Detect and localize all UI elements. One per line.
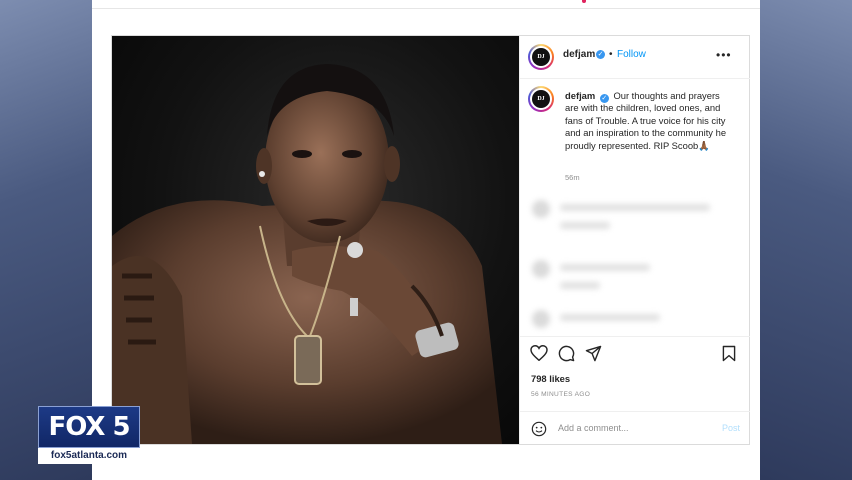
caption-verified-badge-icon: ✓ (599, 94, 609, 103)
portrait-illustration (112, 64, 502, 444)
bookmark-icon[interactable] (722, 345, 736, 367)
notification-dot (582, 0, 586, 3)
post-timestamp: 56 MINUTES AGO (531, 391, 591, 398)
caption-time: 56m (565, 173, 580, 182)
emoji-icon[interactable] (531, 421, 547, 442)
post-side-panel: DJ defjam ✓ • Follow ••• DJ defjam ✓ Our… (519, 36, 750, 444)
fox5-logo-bug: FOX 5 fox5atlanta.com (38, 406, 140, 464)
blurred-comments (520, 186, 750, 336)
likes-count[interactable]: 798 likes (531, 373, 570, 384)
post-header: DJ defjam ✓ • Follow ••• (520, 36, 750, 79)
fox5-logo-box: FOX 5 (38, 406, 140, 448)
header-separator: • (609, 49, 613, 60)
instagram-page: DJ defjam ✓ • Follow ••• DJ defjam ✓ Our… (92, 0, 760, 480)
page-top-divider (92, 8, 760, 9)
post-comment-button[interactable]: Post (722, 423, 740, 433)
follow-button[interactable]: Follow (617, 49, 646, 60)
fox5-url: fox5atlanta.com (38, 448, 140, 464)
post-caption: defjam ✓ Our thoughts and prayers are wi… (565, 90, 730, 152)
avatar[interactable]: DJ (528, 44, 554, 70)
backdrop-right-panel (760, 0, 852, 480)
caption-avatar[interactable]: DJ (528, 86, 554, 112)
comment-input[interactable]: Add a comment... (558, 423, 629, 433)
post-photo[interactable] (112, 36, 519, 444)
comment-icon[interactable] (558, 345, 575, 367)
header-username[interactable]: defjam (563, 49, 595, 60)
comment-bar: Add a comment... Post (520, 411, 750, 446)
caption-username[interactable]: defjam (565, 90, 595, 101)
verified-badge-icon: ✓ (596, 50, 605, 59)
fox5-logo-text: FOX 5 (48, 412, 130, 442)
post-actions: 798 likes 56 MINUTES AGO Add a comment..… (520, 336, 750, 445)
caption-avatar-logo: DJ (532, 90, 550, 108)
heart-icon[interactable] (530, 344, 548, 366)
avatar-logo: DJ (532, 48, 550, 66)
instagram-post: DJ defjam ✓ • Follow ••• DJ defjam ✓ Our… (111, 35, 750, 445)
paper-plane-icon[interactable] (585, 345, 602, 367)
more-options-icon[interactable]: ••• (716, 48, 732, 62)
